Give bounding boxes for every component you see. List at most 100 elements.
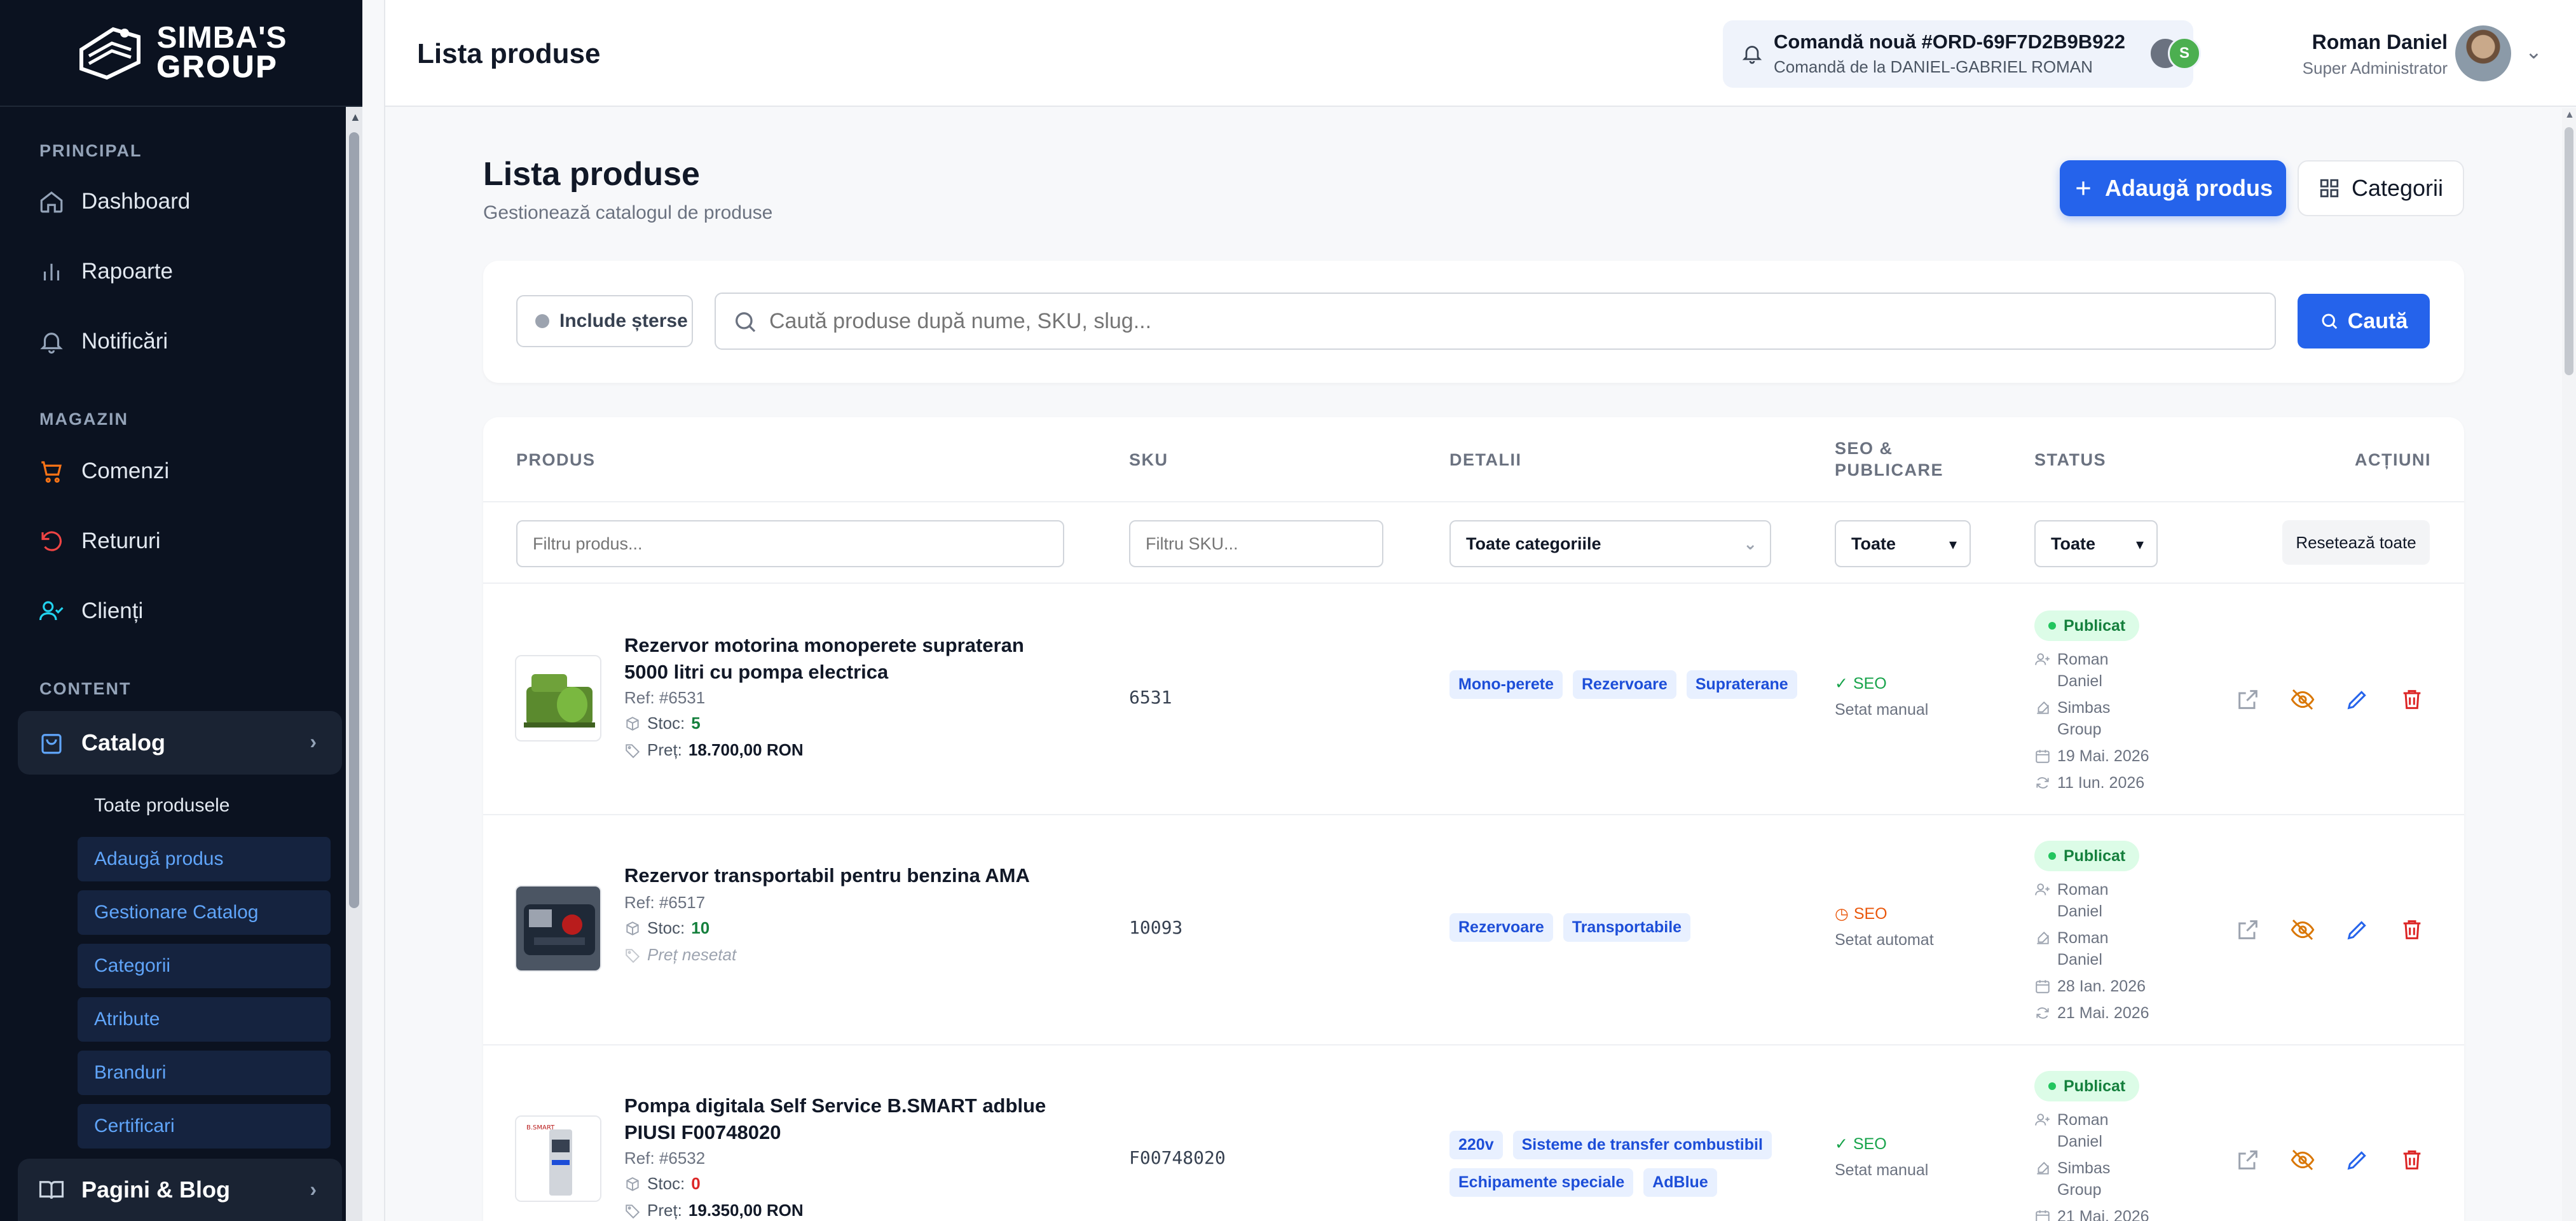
filter-sku-input[interactable] [1129,520,1383,567]
price-tag-icon [626,948,640,963]
edited-by: Simbas Group [2034,1157,2134,1201]
notification-subtitle: Comandă de la DANIEL-GABRIEL ROMAN [1774,57,2093,76]
product-tags: Mono-perete Rezervoare Supraterane [1449,670,1805,699]
pencil-icon[interactable] [2345,917,2370,942]
product-sku: F00748020 [1129,1147,1226,1168]
shopping-bag-icon [41,734,62,754]
add-product-button[interactable]: Adaugă produs [2060,160,2286,216]
sidebar-item-clienti[interactable]: Clienți [38,598,143,624]
product-stock: Stoc: 10 [624,918,709,938]
box-icon [626,1176,639,1191]
external-link-icon[interactable] [2235,917,2261,942]
filter-status-select[interactable]: Toate ▾ [2034,520,2158,567]
eye-off-icon[interactable] [2290,1147,2315,1173]
categories-button[interactable]: Categorii [2298,160,2464,216]
table-row[interactable]: Rezervor transportabil pentru benzina AM… [483,814,2464,1044]
eye-off-icon[interactable] [2290,917,2315,942]
sidebar-subitem-atribute[interactable]: Atribute [78,997,331,1042]
grid-icon [2320,179,2339,198]
sidebar-item-notificari[interactable]: Notificări [38,328,168,355]
category-tag[interactable]: AdBlue [1643,1168,1717,1197]
edited-by: Simbas Group [2034,697,2134,740]
sidebar-item-retururi[interactable]: Retururi [38,528,160,555]
product-image[interactable]: B.SMART [515,1115,601,1202]
sidebar-subitem-gestionare-catalog[interactable]: Gestionare Catalog [78,890,331,935]
sidebar-scrollbar[interactable]: ▲ [346,107,362,1221]
user-plus-icon [2035,653,2050,665]
column-header-sku[interactable]: SKU [1129,450,1168,470]
chevron-down-icon[interactable]: ⌄ [2525,39,2542,64]
scroll-up-icon[interactable]: ▲ [350,111,361,124]
category-tag[interactable]: 220v [1449,1131,1503,1159]
status-badge: Publicat [2034,1071,2140,1101]
external-link-icon[interactable] [2235,687,2261,712]
table-row[interactable]: B.SMART Pompa digitala Self Service B.SM… [483,1044,2464,1221]
section-title-principal: PRINCIPAL [39,141,142,160]
product-tags: Rezervoare Transportabile [1449,913,1805,942]
external-link-icon[interactable] [2235,1147,2261,1173]
user-avatar[interactable] [2455,25,2511,81]
category-tag[interactable]: Sisteme de transfer combustibil [1512,1131,1772,1159]
trash-icon[interactable] [2399,687,2425,712]
sidebar-subitem-branduri[interactable]: Branduri [78,1051,331,1095]
sidebar-item-dashboard[interactable]: Dashboard [38,188,190,215]
user-check-icon [39,601,64,621]
pencil-icon[interactable] [2345,1147,2370,1173]
category-tag[interactable]: Rezervoare [1573,670,1676,699]
eye-off-icon[interactable] [2290,687,2315,712]
price-tag-icon [626,743,640,758]
pencil-icon[interactable] [2345,687,2370,712]
filter-seo-select[interactable]: Toate ▾ [1835,520,1971,567]
box-icon [626,921,639,935]
category-tag[interactable]: Mono-perete [1449,670,1563,699]
category-tag[interactable]: Rezervoare [1449,913,1553,942]
filter-product-input[interactable] [516,520,1064,567]
product-name[interactable]: Rezervor motorina monoperete suprateran … [624,632,1069,686]
notification-banner[interactable]: Comandă nouă #ORD-69F7D2B9B922 Comandă d… [1723,20,2201,88]
filter-seo-value: Toate [1851,534,1896,553]
category-tag[interactable]: Supraterane [1686,670,1797,699]
category-tag[interactable]: Echipamente speciale [1449,1168,1634,1197]
scroll-up-icon[interactable]: ▲ [2565,109,2575,121]
product-image[interactable] [515,655,601,742]
search-button[interactable]: Caută [2298,294,2430,348]
created-date-value: 21 Mai. 2026 [2057,1208,2149,1221]
product-image[interactable] [515,885,601,972]
sidebar-subitem-categorii[interactable]: Categorii [78,944,331,988]
include-deleted-toggle[interactable]: Include șterse [516,295,693,347]
sidebar-item-comenzi[interactable]: Comenzi [38,458,169,485]
category-tag[interactable]: Transportabile [1563,913,1691,942]
product-name[interactable]: Rezervor transportabil pentru benzina AM… [624,862,1069,889]
price-value: 19.350,00 RON [688,1201,804,1220]
product-ref: Ref: #6531 [624,688,706,707]
column-header-seo-line2[interactable]: PUBLICARE [1835,460,1943,480]
main-scroll-thumb[interactable] [2565,127,2573,375]
product-sku: 10093 [1129,917,1183,938]
reset-filters-button[interactable]: Resetează toate [2282,520,2430,565]
user-name[interactable]: Roman Daniel [2289,31,2448,54]
sidebar-subitem-certificari[interactable]: Certificari [78,1104,331,1149]
filter-category-select[interactable]: Toate categoriile ⌄ [1449,520,1771,567]
table-row[interactable]: Rezervor motorina monoperete suprateran … [483,584,2464,814]
column-header-status[interactable]: STATUS [2034,450,2106,470]
product-name[interactable]: Pompa digitala Self Service B.SMART adbl… [624,1093,1069,1146]
column-header-produs[interactable]: PRODUS [516,450,596,470]
sidebar-subitem-adauga-produs[interactable]: Adaugă produs [78,837,331,881]
trash-icon[interactable] [2399,917,2425,942]
main-scrollbar[interactable]: ▲ [2562,108,2576,1221]
seo-status: ◷ SEO [1835,904,1887,923]
brand-logo[interactable]: SIMBA'S GROUP [0,0,362,107]
return-icon [41,531,62,551]
search-input[interactable] [715,293,2276,350]
sidebar-subitem-toate-produsele[interactable]: Toate produsele [78,783,331,828]
home-icon [40,191,63,213]
column-header-seo-line1[interactable]: SEO & [1835,439,1893,459]
product-price: Preț: 19.350,00 RON [624,1201,804,1220]
sidebar-item-catalog[interactable]: Catalog › [18,711,342,775]
sidebar-item-pagini-blog[interactable]: Pagini & Blog › [18,1159,342,1221]
sidebar-scroll-thumb[interactable] [349,132,359,908]
box-icon [626,716,639,731]
trash-icon[interactable] [2399,1147,2425,1173]
sidebar-item-rapoarte[interactable]: Rapoarte [38,258,173,285]
column-header-detalii[interactable]: DETALII [1449,450,1522,470]
